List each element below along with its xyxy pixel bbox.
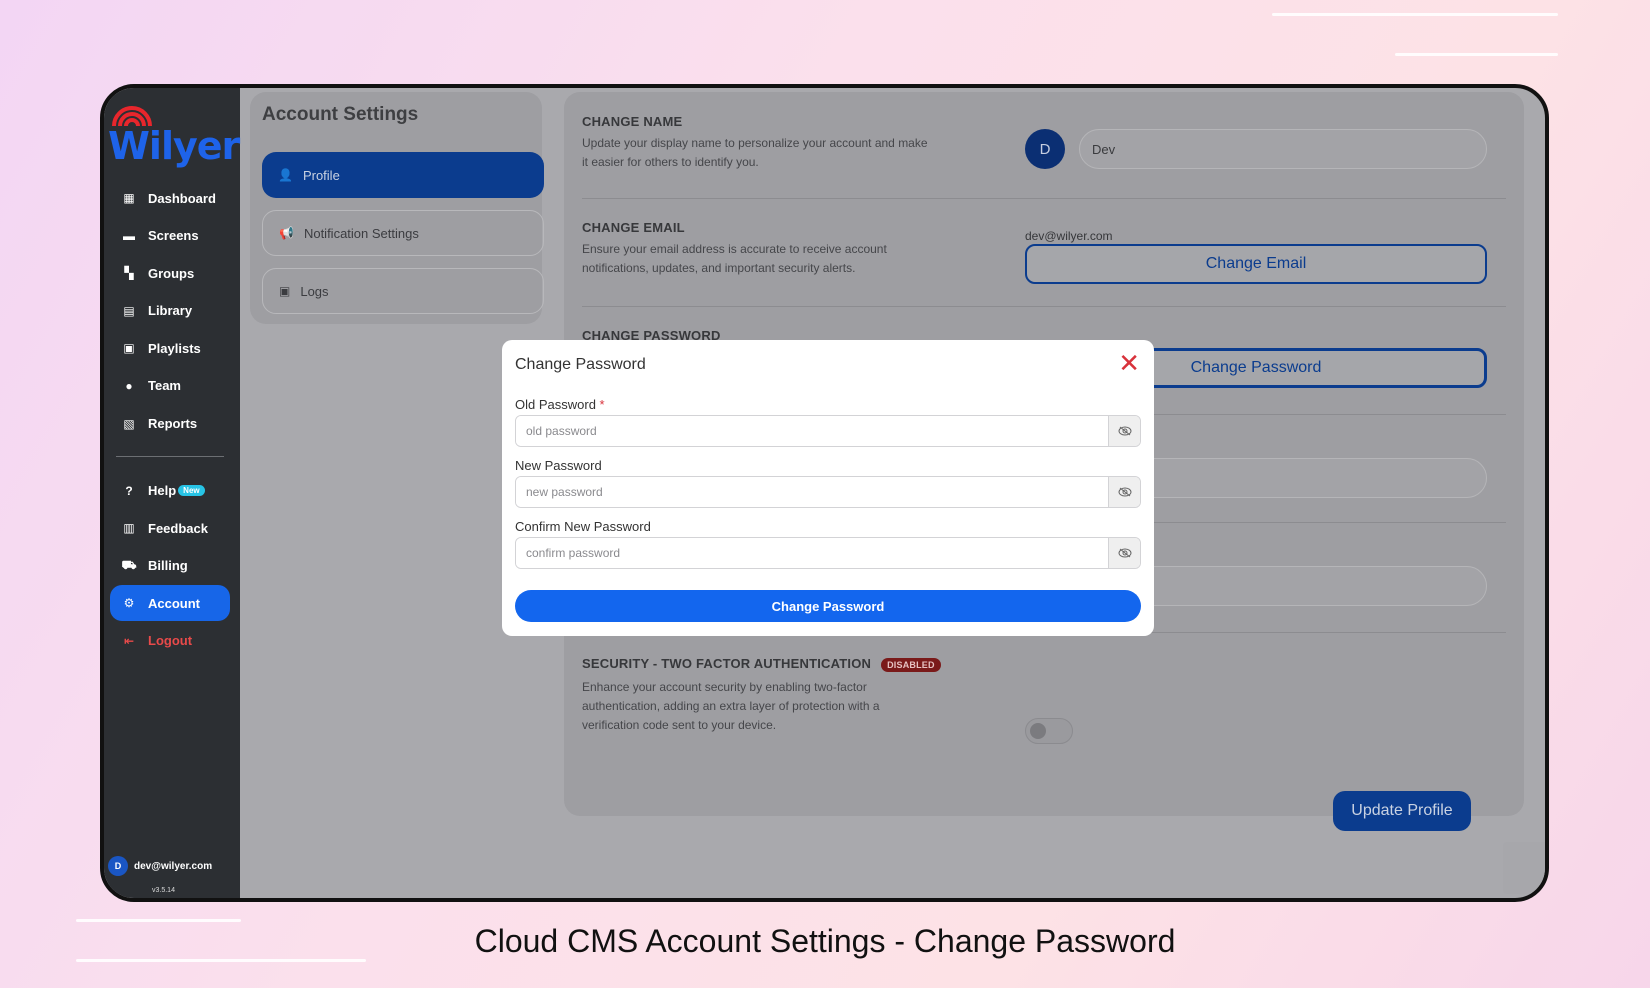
change-password-modal: Change Password ✕ Old Password * New Pas… (502, 340, 1154, 636)
eye-icon[interactable] (1108, 477, 1140, 507)
divider (582, 198, 1506, 199)
sidebar-item-dashboard[interactable]: ▦ Dashboard (110, 180, 230, 216)
sidebar-item-playlists[interactable]: ▣ Playlists (110, 330, 230, 366)
two-factor-title: SECURITY - TWO FACTOR AUTHENTICATION DISA… (582, 656, 941, 672)
menu-label: Notification Settings (303, 225, 419, 241)
change-name-title: CHANGE NAME (582, 114, 683, 129)
sidebar-item-team[interactable]: ● Team (110, 368, 230, 404)
sidebar-item-label: Billing (148, 558, 188, 574)
old-password-label-text: Old Password (515, 397, 596, 412)
logo-text: Wilyer (108, 124, 240, 168)
new-badge: New (178, 485, 205, 497)
sidebar-nav: ▦ Dashboard ▬ Screens ▚ Groups ▤ Library ▣ Pl… (110, 180, 230, 661)
settings-menu: Account Settings 👤 Profile 📢 Notification … (250, 92, 544, 324)
toggle-knob (1030, 723, 1046, 739)
feedback-icon: ▥ (123, 521, 135, 536)
menu-profile[interactable]: 👤 Profile (262, 152, 544, 198)
sidebar-item-logout[interactable]: ⇤ Logout (110, 623, 230, 659)
sidebar-item-label: Team (148, 378, 181, 394)
help-icon: ? (125, 483, 133, 498)
change-email-button[interactable]: Change Email (1025, 244, 1487, 284)
decorative-line (1395, 53, 1558, 56)
app-version: v3.5.14 (152, 887, 175, 894)
recaptcha-badge[interactable] (1503, 842, 1545, 894)
close-icon[interactable]: ✕ (1118, 350, 1140, 376)
old-password-label: Old Password * (515, 397, 605, 412)
image-caption: Cloud CMS Account Settings - Change Pass… (474, 923, 1176, 959)
sidebar-item-groups[interactable]: ▚ Groups (110, 255, 230, 291)
gear-icon: ⚙ (123, 596, 135, 611)
required-mark: * (599, 397, 605, 412)
screen-icon: ▬ (123, 228, 135, 243)
new-password-field (515, 476, 1141, 508)
sidebar-item-label: Feedback (148, 520, 208, 536)
avatar: D (108, 856, 128, 876)
sidebar-item-reports[interactable]: ▧ Reports (110, 406, 230, 442)
name-input[interactable]: Dev (1079, 129, 1487, 169)
confirm-password-input[interactable] (516, 538, 1108, 568)
change-email-description: Ensure your email address is accurate to… (582, 242, 887, 275)
sidebar: Wilyer ▦ Dashboard ▬ Screens ▚ Groups ▤ Libr… (104, 88, 240, 898)
sidebar-item-label: Reports (148, 416, 198, 432)
wilyer-logo: Wilyer (108, 100, 240, 168)
user-email: dev@wilyer.com (134, 860, 213, 872)
playlist-icon: ▣ (123, 341, 135, 356)
update-profile-button[interactable]: Update Profile (1333, 791, 1471, 831)
divider (582, 306, 1506, 307)
confirm-password-field (515, 537, 1141, 569)
sidebar-item-label: Logout (148, 633, 193, 649)
eye-icon[interactable] (1108, 538, 1140, 568)
new-password-label: New Password (515, 458, 602, 473)
sidebar-item-label: Screens (148, 228, 199, 244)
menu-label: Profile (302, 167, 340, 183)
confirm-password-label: Confirm New Password (515, 519, 651, 534)
menu-label: Logs (300, 283, 329, 299)
menu-notification-settings[interactable]: 📢 Notification Settings (262, 210, 544, 256)
change-email-title: CHANGE EMAIL (582, 220, 685, 235)
sidebar-item-feedback[interactable]: ▥ Feedback (110, 510, 230, 546)
eye-icon[interactable] (1108, 416, 1140, 446)
user-profile[interactable]: D dev@wilyer.com (108, 856, 212, 876)
old-password-field (515, 415, 1141, 447)
sidebar-item-label: Playlists (148, 340, 201, 356)
page-title: Account Settings (262, 104, 419, 125)
sidebar-item-library[interactable]: ▤ Library (110, 293, 230, 329)
user-icon: 👤 (278, 168, 293, 182)
team-icon: ● (125, 378, 133, 393)
change-name-description: Update your display name to personalize … (582, 136, 928, 169)
film-icon: ▤ (123, 303, 135, 318)
sidebar-item-billing[interactable]: ⛟ Billing (110, 548, 230, 584)
two-factor-title-text: SECURITY - TWO FACTOR AUTHENTICATION (582, 656, 872, 671)
avatar: D (1025, 129, 1065, 169)
dashboard-icon: ▦ (123, 191, 135, 205)
sidebar-item-help[interactable]: ? Help New (110, 473, 230, 509)
two-factor-description: Enhance your account security by enablin… (582, 680, 880, 732)
sidebar-item-label: Account (148, 595, 200, 611)
two-factor-toggle[interactable] (1025, 718, 1073, 744)
sidebar-item-label: Dashboard (148, 190, 216, 206)
sidebar-item-account[interactable]: ⚙ Account (110, 585, 230, 622)
status-badge: DISABLED (881, 657, 941, 672)
sidebar-divider (116, 455, 224, 457)
menu-logs[interactable]: ▣ Logs (262, 268, 544, 314)
decorative-line (1272, 13, 1558, 16)
grid-icon: ▚ (124, 266, 134, 281)
sidebar-item-label: Help (148, 483, 177, 499)
megaphone-icon: 📢 (279, 226, 294, 240)
new-password-input[interactable] (516, 477, 1108, 507)
sidebar-item-screens[interactable]: ▬ Screens (110, 218, 230, 254)
sidebar-item-label: Groups (148, 265, 195, 281)
old-password-input[interactable] (516, 416, 1108, 446)
logout-icon: ⇤ (123, 633, 135, 648)
clipboard-icon: ▧ (123, 416, 135, 431)
cart-icon: ⛟ (121, 557, 137, 572)
sidebar-item-label: Library (148, 303, 193, 319)
modal-title: Change Password (515, 356, 646, 373)
submit-change-password-button[interactable]: Change Password (515, 590, 1141, 622)
terminal-icon: ▣ (279, 284, 291, 298)
decorative-line (76, 919, 241, 922)
current-email: dev@wilyer.com (1025, 229, 1113, 243)
